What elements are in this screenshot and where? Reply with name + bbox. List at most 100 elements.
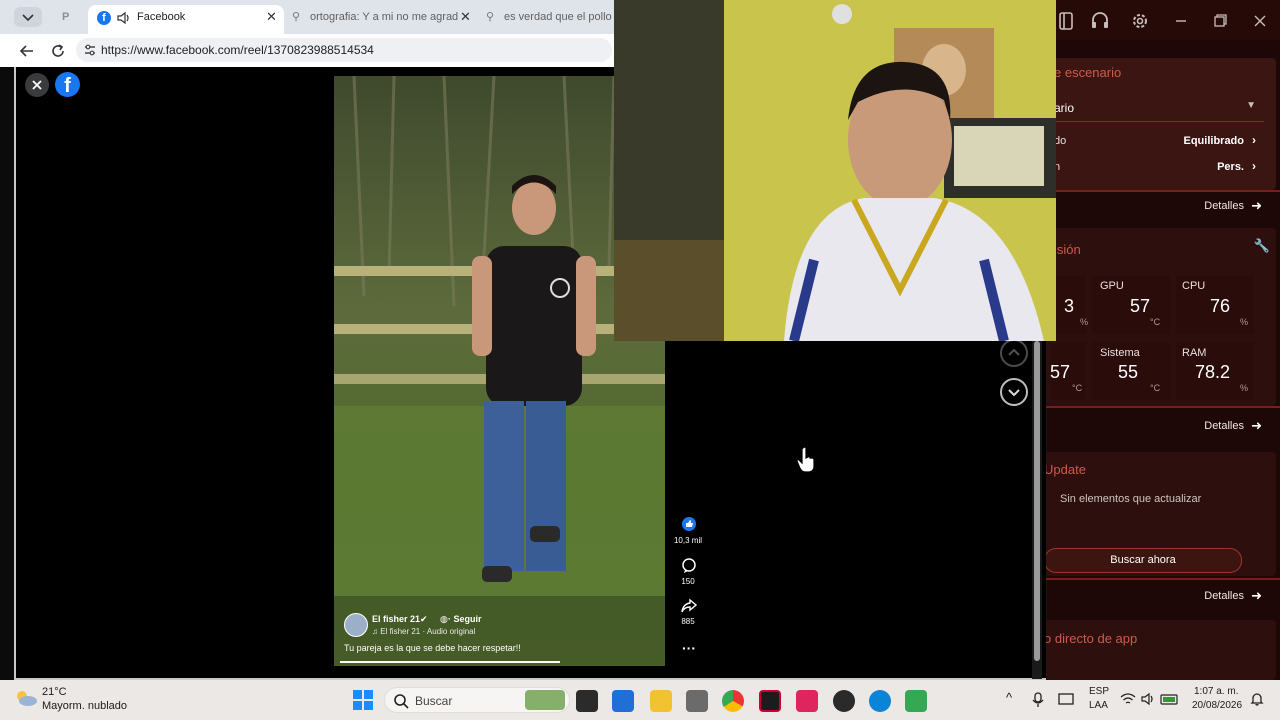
- close-icon[interactable]: [1249, 10, 1271, 32]
- details-label: Detalles: [1204, 590, 1244, 602]
- chrome-icon[interactable]: [722, 690, 744, 712]
- taskbar-search[interactable]: Buscar: [384, 687, 570, 713]
- stat-label: Sistema: [1100, 347, 1140, 359]
- wrench-icon[interactable]: 🔧: [1254, 238, 1270, 254]
- windows-taskbar: 21°C Mayorm. nublado Buscar ^ ESP LAA 1:…: [0, 680, 1280, 720]
- site-info-icon[interactable]: [83, 43, 97, 57]
- divider: [1040, 406, 1280, 408]
- language-bottom[interactable]: LAA: [1089, 700, 1108, 711]
- url-text: https://www.facebook.com/reel/1370823988…: [101, 43, 374, 57]
- more-options-icon[interactable]: ···: [682, 640, 696, 656]
- reload-icon[interactable]: [49, 42, 67, 60]
- task-view-icon[interactable]: [576, 690, 598, 712]
- stat-value: 57: [1129, 296, 1150, 316]
- store-icon[interactable]: [612, 690, 634, 712]
- clock-date[interactable]: 20/08/2026: [1192, 700, 1242, 711]
- tab-label: Facebook: [137, 11, 186, 23]
- webcam-feed: [614, 0, 1056, 341]
- scenario-section-title: e escenario: [1054, 65, 1122, 80]
- language-top[interactable]: ESP: [1089, 686, 1109, 697]
- stat-unit: °C: [1072, 383, 1083, 393]
- stat-unit: °C: [1150, 317, 1161, 327]
- comment-button[interactable]: [681, 558, 697, 574]
- game-app-icon[interactable]: [686, 690, 708, 712]
- thumbs-up-icon: [686, 520, 693, 527]
- stat-tile-cpu: CPU 76 %: [1176, 276, 1254, 334]
- tab-ortografia[interactable]: ⚲ ortografia: Y a mi no me agradan ✕: [288, 5, 476, 34]
- weather-desc[interactable]: Mayorm. nublado: [42, 700, 127, 712]
- author-avatar[interactable]: [344, 613, 368, 637]
- previous-reel-button[interactable]: [1000, 339, 1028, 367]
- armoury-icon[interactable]: [759, 690, 781, 712]
- search-icon: ⚲: [292, 11, 301, 23]
- url-bar[interactable]: https://www.facebook.com/reel/1370823988…: [76, 38, 612, 62]
- share-icon: [681, 598, 697, 613]
- display-icon[interactable]: [1058, 692, 1074, 708]
- tiktok-icon[interactable]: [796, 690, 818, 712]
- hand-cursor-icon: [796, 446, 816, 474]
- minimize-icon[interactable]: [1170, 10, 1192, 32]
- stat-tile-ram: RAM 78.2 %: [1176, 342, 1254, 400]
- facebook-logo-icon[interactable]: f: [55, 72, 80, 97]
- obs-icon[interactable]: [833, 690, 855, 712]
- search-icon: ⚲: [486, 11, 495, 23]
- close-reel-button[interactable]: [25, 73, 49, 97]
- stat-value: 76: [1209, 296, 1230, 316]
- like-button[interactable]: [682, 517, 696, 531]
- weather-icon[interactable]: [14, 688, 38, 708]
- chevron-up-icon[interactable]: ^: [1006, 690, 1012, 705]
- photos-icon[interactable]: [905, 690, 927, 712]
- start-icon[interactable]: [352, 689, 374, 711]
- follow-button[interactable]: · Seguir: [448, 614, 482, 624]
- chevron-down-icon: [1008, 389, 1020, 397]
- audio-info[interactable]: ♫ El fisher 21 · Audio original: [372, 627, 475, 636]
- arrow-right-icon: ➜: [1251, 588, 1262, 603]
- volume-icon[interactable]: [1140, 692, 1156, 706]
- tab-pollo[interactable]: ⚲ es verdad que el pollo pu: [482, 5, 614, 34]
- close-tab-icon[interactable]: ✕: [266, 5, 277, 29]
- library-icon[interactable]: [1055, 10, 1077, 32]
- edge-icon[interactable]: [869, 690, 891, 712]
- search-now-button[interactable]: Buscar ahora: [1044, 548, 1242, 573]
- stat-unit: %: [1240, 317, 1249, 327]
- shortcut-panel: o directo de app: [1044, 620, 1276, 680]
- wifi-icon[interactable]: [1120, 692, 1136, 706]
- share-count: 885: [681, 617, 695, 626]
- close-tab-icon[interactable]: ✕: [460, 5, 471, 29]
- stat-unit: %: [1240, 383, 1249, 393]
- mode-row[interactable]: do Equilibrado ›: [1046, 128, 1276, 152]
- battery-icon[interactable]: [1160, 692, 1180, 706]
- tab-p[interactable]: P: [52, 5, 88, 34]
- clock-time[interactable]: 1:07 a. m.: [1194, 686, 1238, 697]
- search-placeholder: Buscar: [415, 694, 453, 708]
- video-progress-bar[interactable]: [340, 661, 560, 663]
- tab-search-button[interactable]: [14, 7, 42, 27]
- chevron-right-icon: ›: [1252, 159, 1256, 173]
- globe-icon: ◍: [440, 614, 448, 624]
- profile-row-value: Pers.: [1217, 161, 1244, 173]
- speaker-icon[interactable]: [116, 10, 132, 26]
- tab-label: ortografia: Y a mi no me agradan: [310, 11, 458, 23]
- arrow-right-icon: ➜: [1251, 418, 1262, 433]
- profile-row[interactable]: n Pers. ›: [1046, 156, 1276, 180]
- details-label: Detalles: [1204, 420, 1244, 432]
- notification-bell-icon[interactable]: [1250, 691, 1264, 707]
- scenario-select[interactable]: ario ▼: [1046, 94, 1264, 122]
- comment-icon: [682, 558, 696, 573]
- microphone-icon[interactable]: [1032, 692, 1044, 708]
- back-icon[interactable]: [18, 42, 36, 60]
- weather-temp[interactable]: 21°C: [42, 686, 67, 698]
- maximize-icon[interactable]: [1209, 10, 1231, 32]
- chevron-down-icon: [22, 14, 34, 22]
- headset-icon[interactable]: [1089, 10, 1111, 32]
- next-reel-button[interactable]: [1000, 378, 1028, 406]
- tab-facebook[interactable]: f Facebook ✕: [88, 5, 284, 34]
- scrollbar-thumb[interactable]: [1034, 341, 1040, 661]
- share-button[interactable]: [680, 598, 697, 614]
- chevron-down-icon: ▼: [1246, 100, 1256, 111]
- file-explorer-icon[interactable]: [650, 690, 672, 712]
- author-name[interactable]: El fisher 21: [372, 614, 420, 624]
- gear-icon[interactable]: [1129, 10, 1151, 32]
- stat-label: CPU: [1182, 280, 1206, 292]
- control-panel-app: e escenario ario ▼ do Equilibrado › n Pe…: [1040, 0, 1280, 680]
